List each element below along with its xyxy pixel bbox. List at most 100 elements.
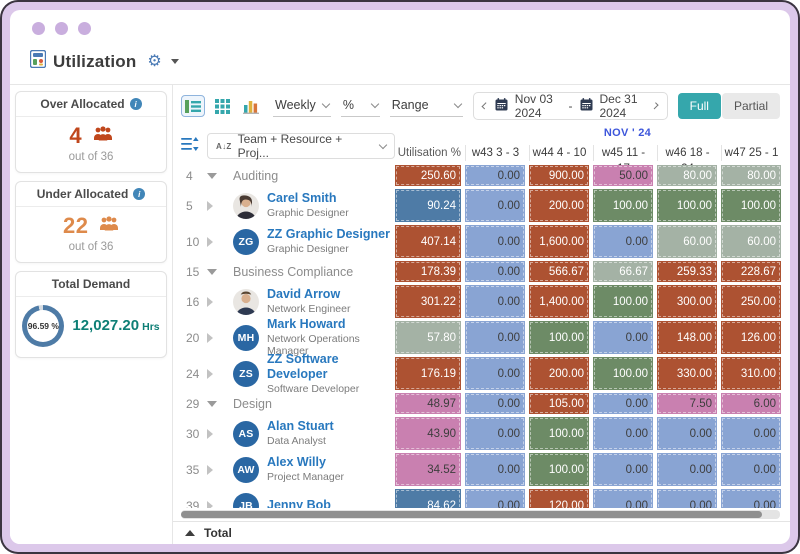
full-toggle-button[interactable]: Full <box>677 93 721 119</box>
collapse-row-icon[interactable] <box>207 400 233 407</box>
utilisation-total-cell[interactable]: 34.52 <box>395 453 461 486</box>
week-utilisation-cell[interactable]: 120.00 <box>529 489 589 508</box>
avatar-photo[interactable] <box>233 192 259 219</box>
avatar-initials[interactable]: AS <box>233 420 259 447</box>
week-utilisation-cell[interactable]: 0.00 <box>593 489 653 508</box>
unit-select[interactable]: % <box>340 95 380 117</box>
expand-row-icon[interactable] <box>207 332 233 343</box>
info-icon[interactable]: i <box>133 188 146 200</box>
utilisation-total-cell[interactable]: 43.90 <box>395 417 461 450</box>
week-utilisation-cell[interactable]: 566.67 <box>529 261 589 282</box>
collapse-row-icon[interactable] <box>207 172 233 179</box>
resource-name-link[interactable]: Alex Willy <box>267 455 344 471</box>
week-utilisation-cell[interactable]: 0.00 <box>465 417 525 450</box>
window-dot-icon[interactable] <box>55 22 68 35</box>
week-utilisation-cell[interactable]: 0.00 <box>465 261 525 282</box>
week-utilisation-cell[interactable]: 100.00 <box>593 285 653 318</box>
week-utilisation-cell[interactable]: 228.67 <box>721 261 781 282</box>
group-by-select[interactable]: A↓Z Team + Resource + Proj... <box>207 132 395 160</box>
avatar-initials[interactable]: AW <box>233 456 259 483</box>
utilisation-total-cell[interactable]: 90.24 <box>395 189 461 222</box>
week-utilisation-cell[interactable]: 200.00 <box>529 189 589 222</box>
week-utilisation-cell[interactable]: 0.00 <box>465 321 525 354</box>
week-utilisation-cell[interactable]: 50.00 <box>593 165 653 186</box>
resource-name-link[interactable]: Jenny Bob <box>267 498 331 508</box>
date-to[interactable]: Dec 31 2024 <box>600 92 647 120</box>
week-utilisation-cell[interactable]: 100.00 <box>593 189 653 222</box>
week-utilisation-cell[interactable]: 80.00 <box>657 165 717 186</box>
range-select[interactable]: Range <box>389 95 464 117</box>
week-utilisation-cell[interactable]: 250.00 <box>721 285 781 318</box>
week-utilisation-cell[interactable]: 0.00 <box>657 453 717 486</box>
expand-row-icon[interactable] <box>207 236 233 247</box>
utilisation-total-cell[interactable]: 176.19 <box>395 357 461 390</box>
week-utilisation-cell[interactable]: 0.00 <box>465 489 525 508</box>
expand-row-icon[interactable] <box>207 200 233 211</box>
utilisation-total-cell[interactable]: 407.14 <box>395 225 461 258</box>
avatar-initials[interactable]: MH <box>233 324 259 351</box>
resource-name-link[interactable]: ZZ Graphic Designer <box>267 227 390 243</box>
week-utilisation-cell[interactable]: 0.00 <box>465 393 525 414</box>
week-utilisation-cell[interactable]: 100.00 <box>529 321 589 354</box>
week-utilisation-cell[interactable]: 0.00 <box>593 453 653 486</box>
week-utilisation-cell[interactable]: 0.00 <box>593 393 653 414</box>
week-utilisation-cell[interactable]: 0.00 <box>593 321 653 354</box>
week-utilisation-cell[interactable]: 0.00 <box>593 417 653 450</box>
week-utilisation-cell[interactable]: 310.00 <box>721 357 781 390</box>
week-utilisation-cell[interactable]: 0.00 <box>465 357 525 390</box>
period-select[interactable]: Weekly <box>273 95 331 117</box>
week-utilisation-cell[interactable]: 900.00 <box>529 165 589 186</box>
week-utilisation-cell[interactable]: 60.00 <box>657 225 717 258</box>
week-utilisation-cell[interactable]: 0.00 <box>721 453 781 486</box>
week-utilisation-cell[interactable]: 0.00 <box>593 225 653 258</box>
window-dot-icon[interactable] <box>78 22 91 35</box>
utilisation-total-cell[interactable]: 178.39 <box>395 261 461 282</box>
expand-row-icon[interactable] <box>207 464 233 475</box>
resource-name-link[interactable]: Alan Stuart <box>267 419 334 435</box>
view-grid-button[interactable] <box>210 95 234 117</box>
week-utilisation-cell[interactable]: 1,600.00 <box>529 225 589 258</box>
week-utilisation-cell[interactable]: 259.33 <box>657 261 717 282</box>
gear-icon[interactable]: ⚙ <box>147 53 161 70</box>
avatar-initials[interactable]: JB <box>233 492 259 508</box>
prev-period-button[interactable] <box>481 102 490 110</box>
week-utilisation-cell[interactable]: 100.00 <box>657 189 717 222</box>
week-utilisation-cell[interactable]: 6.00 <box>721 393 781 414</box>
week-utilisation-cell[interactable]: 100.00 <box>721 189 781 222</box>
week-utilisation-cell[interactable]: 100.00 <box>593 357 653 390</box>
week-utilisation-cell[interactable]: 300.00 <box>657 285 717 318</box>
week-utilisation-cell[interactable]: 105.00 <box>529 393 589 414</box>
week-utilisation-cell[interactable]: 0.00 <box>465 453 525 486</box>
total-row[interactable]: Total <box>173 521 790 544</box>
week-utilisation-cell[interactable]: 0.00 <box>657 417 717 450</box>
week-utilisation-cell[interactable]: 126.00 <box>721 321 781 354</box>
window-dot-icon[interactable] <box>32 22 45 35</box>
week-utilisation-cell[interactable]: 7.50 <box>657 393 717 414</box>
resource-name-link[interactable]: Carel Smith <box>267 191 349 207</box>
horizontal-scrollbar[interactable] <box>181 510 780 519</box>
week-utilisation-cell[interactable]: 100.00 <box>529 417 589 450</box>
scrollbar-thumb[interactable] <box>181 511 763 518</box>
utilisation-total-cell[interactable]: 57.80 <box>395 321 461 354</box>
week-utilisation-cell[interactable]: 200.00 <box>529 357 589 390</box>
expand-row-icon[interactable] <box>207 296 233 307</box>
week-utilisation-cell[interactable]: 0.00 <box>657 489 717 508</box>
week-utilisation-cell[interactable]: 0.00 <box>465 189 525 222</box>
week-utilisation-cell[interactable]: 100.00 <box>529 453 589 486</box>
view-chart-button[interactable] <box>239 95 263 117</box>
group-sort-icon[interactable] <box>181 136 199 156</box>
week-utilisation-cell[interactable]: 0.00 <box>465 165 525 186</box>
week-utilisation-cell[interactable]: 80.00 <box>721 165 781 186</box>
utilisation-total-cell[interactable]: 301.22 <box>395 285 461 318</box>
resource-name-link[interactable]: David Arrow <box>267 287 350 303</box>
week-utilisation-cell[interactable]: 66.67 <box>593 261 653 282</box>
collapse-row-icon[interactable] <box>207 268 233 275</box>
avatar-initials[interactable]: ZG <box>233 228 259 255</box>
week-utilisation-cell[interactable]: 0.00 <box>721 417 781 450</box>
resource-name-link[interactable]: Mark Howard <box>267 317 395 333</box>
avatar-photo[interactable] <box>233 288 259 315</box>
week-utilisation-cell[interactable]: 1,400.00 <box>529 285 589 318</box>
utilisation-total-cell[interactable]: 48.97 <box>395 393 461 414</box>
avatar-initials[interactable]: ZS <box>233 360 259 387</box>
week-utilisation-cell[interactable]: 0.00 <box>721 489 781 508</box>
